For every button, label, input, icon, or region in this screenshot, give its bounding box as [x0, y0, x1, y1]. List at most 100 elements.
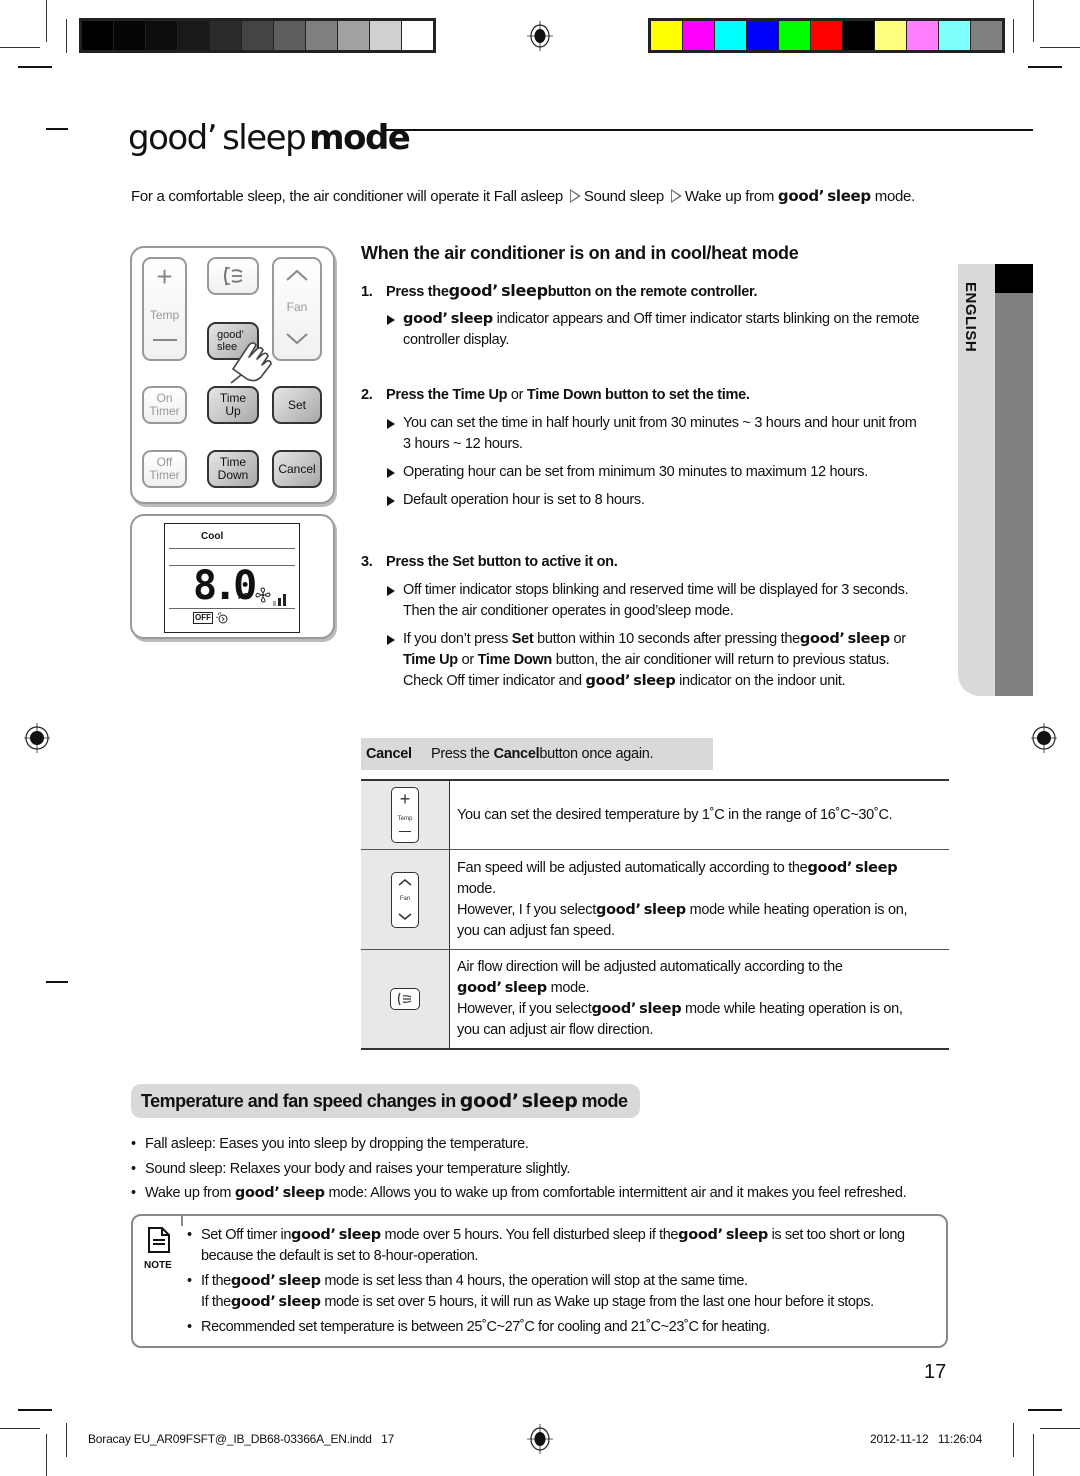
- minus-icon: [152, 339, 177, 341]
- good-sleep-brand: good’ sleep: [778, 187, 871, 205]
- crop-mark: [46, 981, 68, 983]
- list-item: • Wake up from good’ sleep mode: Allows yo…: [131, 1185, 907, 1201]
- crop-mark: [1028, 66, 1062, 68]
- crop-mark: [66, 1423, 67, 1457]
- bullet-text: Time Down: [477, 652, 553, 668]
- fan-button[interactable]: Fan: [272, 257, 322, 361]
- note-text: Set Off timer in: [201, 1227, 292, 1243]
- step-text: Set: [452, 554, 474, 570]
- set-button[interactable]: Set: [272, 386, 322, 424]
- page-title: good’ sleep mode: [128, 118, 411, 158]
- side-tab-bar: [995, 264, 1033, 696]
- temp-button[interactable]: + Temp: [142, 257, 187, 361]
- lcd-time-value: 8.0: [193, 563, 257, 609]
- brand-good: good’: [459, 1090, 519, 1112]
- step-text: Press the: [386, 554, 453, 570]
- heading-text: Temperature and fan speed changes in: [141, 1090, 456, 1111]
- color-calibration-bar: [648, 18, 1005, 53]
- color-swatch: [971, 21, 1002, 50]
- brand-good: good’: [230, 1273, 276, 1289]
- color-swatch: [178, 21, 209, 50]
- brand-sleep: sleep: [278, 1273, 321, 1289]
- table-icon-cell: + Temp: [361, 781, 450, 849]
- airflow-button-icon: [390, 988, 420, 1010]
- off-timer-button[interactable]: Off Timer: [142, 450, 187, 488]
- crop-mark: [1013, 19, 1014, 53]
- table-text: Fan speed will be adjusted automatically…: [457, 859, 808, 876]
- footer-filename: Boracay EU_AR09FSFT@_IB_DB68-03366A_EN.i…: [88, 1432, 395, 1446]
- remote-controller-illustration: + Temp Fan good’ slee On Timer Time Up Set…: [130, 246, 335, 504]
- brand-good: good’: [457, 980, 502, 996]
- bullet-arrow-icon: [387, 468, 395, 478]
- color-swatch: [907, 21, 938, 50]
- color-swatch: [811, 21, 842, 50]
- bullet-text: Check Off timer indicator and: [403, 673, 586, 689]
- crop-mark: [18, 1409, 52, 1411]
- color-swatch: [843, 21, 874, 50]
- crop-mark: [0, 47, 40, 48]
- step-1-title: 1. Press thegood’ sleepbutton on the remot…: [361, 281, 758, 300]
- bullet-dot: •: [131, 1136, 136, 1152]
- bullet-arrow-icon: [387, 496, 395, 506]
- good-sleep-indicator-icon: [215, 611, 228, 624]
- fan-level-icon: [273, 594, 286, 606]
- crop-mark: [46, 0, 47, 42]
- note-text: because the default is set to 8-hour-ope…: [201, 1248, 479, 1264]
- crop-mark: [46, 128, 68, 130]
- title-rule: [385, 129, 1033, 131]
- bullet-item: You can set the time in half hourly unit…: [387, 413, 952, 455]
- step-text: button to set the time.: [601, 387, 750, 403]
- time-up-button[interactable]: Time Up: [207, 386, 259, 424]
- color-swatch: [146, 21, 177, 50]
- crop-mark: [1040, 47, 1080, 48]
- temp-label: Temp: [149, 307, 180, 322]
- time-down-label: Down: [217, 468, 249, 482]
- lcd-screen: Cool 8.0 HR OFF: [164, 523, 300, 633]
- airflow-button[interactable]: [207, 257, 259, 295]
- color-swatch: [651, 21, 682, 50]
- pointing-hand-icon: [230, 342, 272, 384]
- heading-text: mode: [581, 1090, 629, 1111]
- intro-text: For a comfortable sleep, the air conditi…: [131, 187, 915, 205]
- bullet-text: button, the air conditioner will return …: [551, 652, 890, 668]
- icon-label: Fan: [399, 896, 411, 902]
- good-sleep-brand: good’ sleep: [231, 1294, 321, 1310]
- brand-sleep: sleep: [282, 1185, 325, 1201]
- note-item: because the default is set to 8-hour-ope…: [201, 1246, 478, 1267]
- bullet-text: Default operation hour is set to 8 hours…: [403, 492, 645, 508]
- step-3-title: 3. Press the Set button to active it on.: [361, 554, 618, 570]
- cancel-button[interactable]: Cancel: [272, 450, 322, 488]
- on-timer-button[interactable]: On Timer: [142, 386, 187, 424]
- fan-icon: [255, 587, 271, 603]
- bullet-text: controller display.: [403, 332, 510, 348]
- off-timer-indicator: OFF: [193, 612, 213, 624]
- note-text: If the: [201, 1273, 231, 1289]
- list-item: • Sound sleep: Relaxes your body and rais…: [131, 1161, 570, 1177]
- chevron-up-icon: [286, 269, 308, 281]
- good-sleep-brand: good’ sleep: [460, 1090, 578, 1112]
- table-text: mode.: [457, 880, 496, 897]
- list-text: Sound sleep: Relaxes your body and raise…: [145, 1161, 571, 1177]
- crop-mark: [1028, 1409, 1062, 1411]
- crop-mark: [1040, 1428, 1080, 1429]
- color-swatch: [683, 21, 714, 50]
- good-sleep-brand: good’ sleep: [586, 673, 676, 689]
- table-text: However, I f you select: [457, 901, 596, 918]
- intro-prefix: For a comfortable sleep, the air conditi…: [131, 188, 563, 205]
- step-text: or: [507, 387, 527, 403]
- color-swatch: [370, 21, 401, 50]
- note-text: If the: [201, 1294, 231, 1310]
- brand-good: good’: [591, 1001, 637, 1017]
- table-row: + Temp You can set the desired temperatu…: [361, 779, 949, 850]
- bullet-text: Operating hour can be set from minimum 3…: [403, 464, 868, 480]
- bullet-item: Default operation hour is set to 8 hours…: [387, 490, 952, 511]
- bullet-item: good’ sleep indicator appears and Off tim…: [387, 309, 952, 351]
- brand-good: good’: [807, 859, 853, 876]
- bullet-text: Time Up: [403, 652, 458, 668]
- lcd-divider: [169, 608, 295, 609]
- note-text: Recommended set temperature is between 2…: [201, 1319, 770, 1335]
- color-swatch: [715, 21, 746, 50]
- brand-good: good’: [230, 1294, 276, 1310]
- time-down-button[interactable]: Time Down: [207, 450, 259, 488]
- page-number: 17: [924, 1361, 947, 1383]
